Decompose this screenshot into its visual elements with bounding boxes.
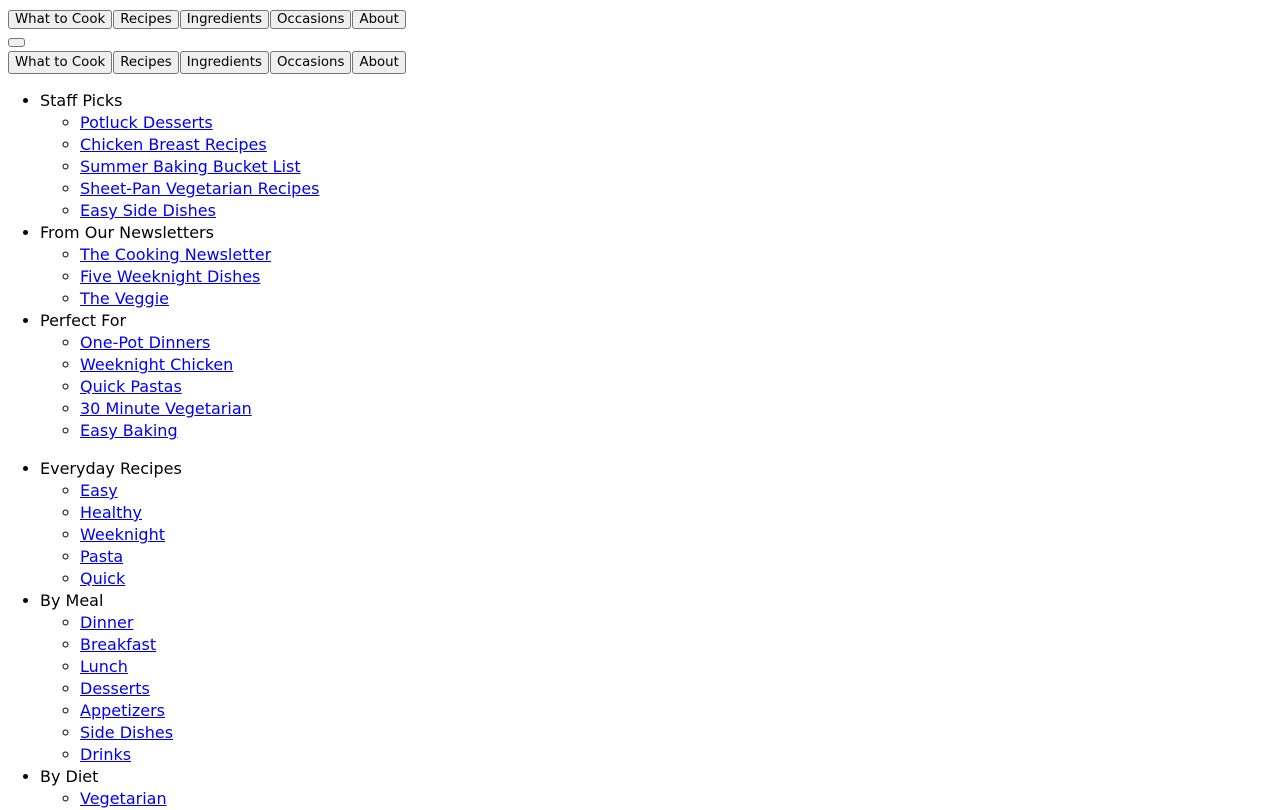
menu-group-by-meal: By Meal Dinner Breakfast Lunch Desserts …	[40, 590, 1280, 766]
list-item: The Cooking Newsletter	[80, 244, 1280, 266]
menu-link-dinner[interactable]: Dinner	[80, 613, 133, 632]
menu-link-weeknight[interactable]: Weeknight	[80, 525, 165, 544]
menu-link-summer-baking-bucket-list[interactable]: Summer Baking Bucket List	[80, 157, 301, 176]
list-item: Quick Pastas	[80, 376, 1280, 398]
secondary-navigation-bar: What to Cook Recipes Ingredients Occasions A…	[0, 51, 1280, 74]
menu-sublist-perfect-for: One-Pot Dinners Weeknight Chicken Quick …	[40, 332, 1280, 442]
menu-group-label: By Diet	[40, 767, 99, 786]
list-item: 30 Minute Vegetarian	[80, 398, 1280, 420]
menu-link-appetizers[interactable]: Appetizers	[80, 701, 165, 720]
menu-group-label: By Meal	[40, 591, 104, 610]
menu-group-perfect-for: Perfect For One-Pot Dinners Weeknight Ch…	[40, 310, 1280, 442]
menu-group-by-diet: By Diet Vegetarian	[40, 766, 1280, 810]
menu-link-lunch[interactable]: Lunch	[80, 657, 128, 676]
menu-group-label: Everyday Recipes	[40, 459, 182, 478]
menu-link-30-minute-vegetarian[interactable]: 30 Minute Vegetarian	[80, 399, 252, 418]
list-item: Desserts	[80, 678, 1280, 700]
list-item: Appetizers	[80, 700, 1280, 722]
menu-link-pasta[interactable]: Pasta	[80, 547, 123, 566]
menu-link-easy-baking[interactable]: Easy Baking	[80, 421, 178, 440]
nav-button-about-secondary[interactable]: About	[352, 51, 406, 74]
list-item: Sheet-Pan Vegetarian Recipes	[80, 178, 1280, 200]
menu-link-five-weeknight-dishes[interactable]: Five Weeknight Dishes	[80, 267, 260, 286]
list-item: Easy Baking	[80, 420, 1280, 442]
list-item: Dinner	[80, 612, 1280, 634]
nav-button-recipes-secondary[interactable]: Recipes	[113, 51, 179, 74]
nav-button-recipes[interactable]: Recipes	[113, 10, 179, 29]
menu-link-desserts[interactable]: Desserts	[80, 679, 150, 698]
nav-button-occasions[interactable]: Occasions	[269, 10, 352, 29]
nav-button-ingredients[interactable]: Ingredients	[179, 10, 269, 29]
list-item: Easy Side Dishes	[80, 200, 1280, 222]
menu-sublist-everyday-recipes: Easy Healthy Weeknight Pasta Quick	[40, 480, 1280, 590]
list-item: Lunch	[80, 656, 1280, 678]
menu-link-the-cooking-newsletter[interactable]: The Cooking Newsletter	[80, 245, 271, 264]
menu-sublist-staff-picks: Potluck Desserts Chicken Breast Recipes …	[40, 112, 1280, 222]
list-item: Easy	[80, 480, 1280, 502]
menu-link-sheet-pan-vegetarian-recipes[interactable]: Sheet-Pan Vegetarian Recipes	[80, 179, 320, 198]
nav-button-occasions-secondary[interactable]: Occasions	[269, 51, 352, 74]
list-item: One-Pot Dinners	[80, 332, 1280, 354]
menu-group-label: Perfect For	[40, 311, 127, 330]
menu-link-chicken-breast-recipes[interactable]: Chicken Breast Recipes	[80, 135, 267, 154]
list-item: Weeknight Chicken	[80, 354, 1280, 376]
list-item: Pasta	[80, 546, 1280, 568]
menu-link-easy-side-dishes[interactable]: Easy Side Dishes	[80, 201, 216, 220]
nav-button-what-to-cook-secondary[interactable]: What to Cook	[8, 51, 113, 74]
menu-link-quick[interactable]: Quick	[80, 569, 125, 588]
list-item: Breakfast	[80, 634, 1280, 656]
menu-sublist-by-meal: Dinner Breakfast Lunch Desserts Appetize…	[40, 612, 1280, 766]
list-item: Summer Baking Bucket List	[80, 156, 1280, 178]
menu-link-one-pot-dinners[interactable]: One-Pot Dinners	[80, 333, 210, 352]
menu-link-the-veggie[interactable]: The Veggie	[80, 289, 169, 308]
menu-link-vegetarian[interactable]: Vegetarian	[80, 789, 167, 808]
menu-link-easy[interactable]: Easy	[80, 481, 118, 500]
menu-link-healthy[interactable]: Healthy	[80, 503, 142, 522]
nav-button-ingredients-secondary[interactable]: Ingredients	[179, 51, 269, 74]
menu-group-from-our-newsletters: From Our Newsletters The Cooking Newslet…	[40, 222, 1280, 310]
menu-link-weeknight-chicken[interactable]: Weeknight Chicken	[80, 355, 233, 374]
menu-group-label: From Our Newsletters	[40, 223, 214, 242]
menu-group-staff-picks: Staff Picks Potluck Desserts Chicken Bre…	[40, 90, 1280, 222]
menu-group-label: Staff Picks	[40, 91, 123, 110]
list-item: Five Weeknight Dishes	[80, 266, 1280, 288]
primary-navigation-bar: What to Cook Recipes Ingredients Occasions A…	[0, 0, 1280, 29]
menu-toggle-button[interactable]	[8, 38, 25, 47]
nav-button-about[interactable]: About	[352, 10, 406, 29]
list-item: Vegetarian	[80, 788, 1280, 810]
list-item: Chicken Breast Recipes	[80, 134, 1280, 156]
list-item: Side Dishes	[80, 722, 1280, 744]
menu-sublist-by-diet: Vegetarian	[40, 788, 1280, 810]
menu-list-secondary: Everyday Recipes Easy Healthy Weeknight …	[0, 458, 1280, 810]
nav-button-what-to-cook[interactable]: What to Cook	[8, 10, 113, 29]
menu-link-breakfast[interactable]: Breakfast	[80, 635, 156, 654]
menu-link-side-dishes[interactable]: Side Dishes	[80, 723, 173, 742]
list-item: Quick	[80, 568, 1280, 590]
list-item: Drinks	[80, 744, 1280, 766]
menu-link-potluck-desserts[interactable]: Potluck Desserts	[80, 113, 213, 132]
list-item: Healthy	[80, 502, 1280, 524]
menu-list-primary: Staff Picks Potluck Desserts Chicken Bre…	[0, 90, 1280, 442]
list-item: Weeknight	[80, 524, 1280, 546]
list-item: Potluck Desserts	[80, 112, 1280, 134]
menu-sublist-from-our-newsletters: The Cooking Newsletter Five Weeknight Di…	[40, 244, 1280, 310]
list-item: The Veggie	[80, 288, 1280, 310]
menu-link-drinks[interactable]: Drinks	[80, 745, 131, 764]
menu-group-everyday-recipes: Everyday Recipes Easy Healthy Weeknight …	[40, 458, 1280, 590]
menu-link-quick-pastas[interactable]: Quick Pastas	[80, 377, 182, 396]
